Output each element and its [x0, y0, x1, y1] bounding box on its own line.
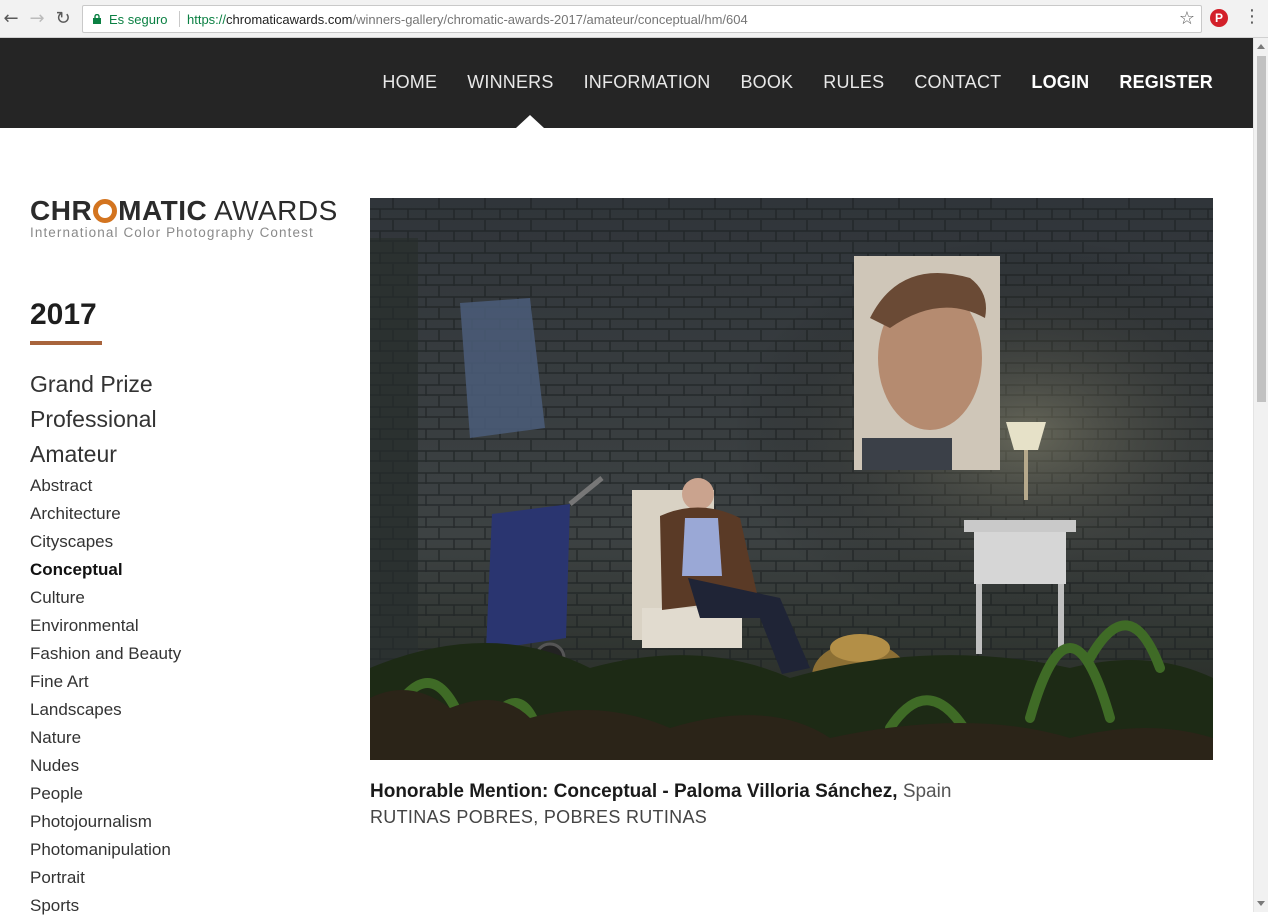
browser-toolbar: ← → ↻ Es seguro https://chromaticawards.…: [0, 0, 1268, 38]
sidebar-item-photojournalism[interactable]: Photojournalism: [30, 810, 181, 838]
sidebar-item-professional[interactable]: Professional: [30, 406, 157, 433]
nav-book[interactable]: BOOK: [740, 72, 793, 93]
active-nav-caret: [516, 115, 544, 128]
sidebar-item-landscapes[interactable]: Landscapes: [30, 698, 181, 726]
sidebar-item-culture[interactable]: Culture: [30, 586, 181, 614]
year-heading: 2017: [30, 298, 97, 331]
sidebar-item-cityscapes[interactable]: Cityscapes: [30, 530, 181, 558]
logo-part-2: MATIC: [118, 195, 208, 226]
award-label: Honorable Mention: Conceptual: [370, 781, 658, 802]
url-host: chromaticawards.com: [226, 12, 353, 27]
main-nav: HOME WINNERS INFORMATION BOOK RULES CONT…: [382, 72, 1213, 93]
winning-photo[interactable]: [370, 198, 1213, 760]
scroll-up-icon[interactable]: [1257, 44, 1265, 49]
lock-icon: [93, 14, 101, 24]
secure-label: Es seguro: [109, 12, 168, 27]
logo-tagline: International Color Photography Contest: [30, 225, 314, 240]
photo-title: RUTINAS POBRES, POBRES RUTINAS: [370, 807, 708, 827]
nav-winners[interactable]: WINNERS: [467, 72, 553, 93]
address-bar[interactable]: Es seguro https://chromaticawards.com/wi…: [82, 5, 1202, 33]
author-country: Spain: [902, 781, 952, 802]
nav-register[interactable]: REGISTER: [1119, 72, 1213, 93]
nav-home[interactable]: HOME: [382, 72, 437, 93]
scroll-down-icon[interactable]: [1257, 901, 1265, 906]
sidebar-item-grand-prize[interactable]: Grand Prize: [30, 371, 153, 398]
category-list: Abstract Architecture Cityscapes Concept…: [30, 474, 181, 922]
omnibox-divider: [179, 11, 180, 27]
back-arrow-icon[interactable]: ←: [0, 8, 22, 30]
sidebar-item-conceptual[interactable]: Conceptual: [30, 558, 181, 586]
nav-rules[interactable]: RULES: [823, 72, 884, 93]
logo-part-1: CHR: [30, 195, 93, 226]
logo-wordmark: CHR MATIC AWARDS: [30, 196, 350, 226]
caption-separator: -: [657, 781, 674, 802]
author-name: Paloma Villoria Sánchez,: [674, 781, 898, 802]
url-scheme: https://: [187, 12, 227, 27]
sidebar-item-abstract[interactable]: Abstract: [30, 474, 181, 502]
sidebar-item-amateur[interactable]: Amateur: [30, 441, 117, 468]
sidebar-item-portrait[interactable]: Portrait: [30, 866, 181, 894]
photo-caption: Honorable Mention: Conceptual - Paloma V…: [370, 781, 951, 803]
logo-ring-icon: [93, 199, 118, 223]
photo-illustration: [370, 198, 1213, 760]
url-text[interactable]: https://chromaticawards.com/winners-gall…: [187, 12, 748, 27]
forward-arrow-icon[interactable]: →: [26, 8, 48, 30]
reload-icon[interactable]: ↻: [52, 8, 74, 30]
browser-menu-icon[interactable]: ⋮: [1243, 6, 1261, 27]
sidebar-item-nudes[interactable]: Nudes: [30, 754, 181, 782]
scroll-thumb[interactable]: [1257, 56, 1266, 402]
sidebar-item-fine-art[interactable]: Fine Art: [30, 670, 181, 698]
logo-part-3: AWARDS: [213, 195, 338, 226]
pinterest-extension-icon[interactable]: P: [1210, 9, 1228, 27]
bookmark-star-icon[interactable]: ☆: [1179, 8, 1195, 29]
url-path: /winners-gallery/chromatic-awards-2017/a…: [352, 12, 748, 27]
page-scrollbar[interactable]: [1253, 38, 1268, 912]
sidebar-item-nature[interactable]: Nature: [30, 726, 181, 754]
year-underline: [30, 341, 102, 345]
chromatic-awards-logo[interactable]: CHR MATIC AWARDS International Color Phot…: [30, 196, 350, 242]
sidebar-item-photomanipulation[interactable]: Photomanipulation: [30, 838, 181, 866]
site-header: HOME WINNERS INFORMATION BOOK RULES CONT…: [0, 38, 1253, 128]
nav-information[interactable]: INFORMATION: [584, 72, 711, 93]
nav-login[interactable]: LOGIN: [1031, 72, 1089, 93]
sidebar-item-sports[interactable]: Sports: [30, 894, 181, 922]
sidebar-item-fashion-and-beauty[interactable]: Fashion and Beauty: [30, 642, 181, 670]
nav-contact[interactable]: CONTACT: [914, 72, 1001, 93]
sidebar-item-people[interactable]: People: [30, 782, 181, 810]
sidebar-item-environmental[interactable]: Environmental: [30, 614, 181, 642]
sidebar-item-architecture[interactable]: Architecture: [30, 502, 181, 530]
